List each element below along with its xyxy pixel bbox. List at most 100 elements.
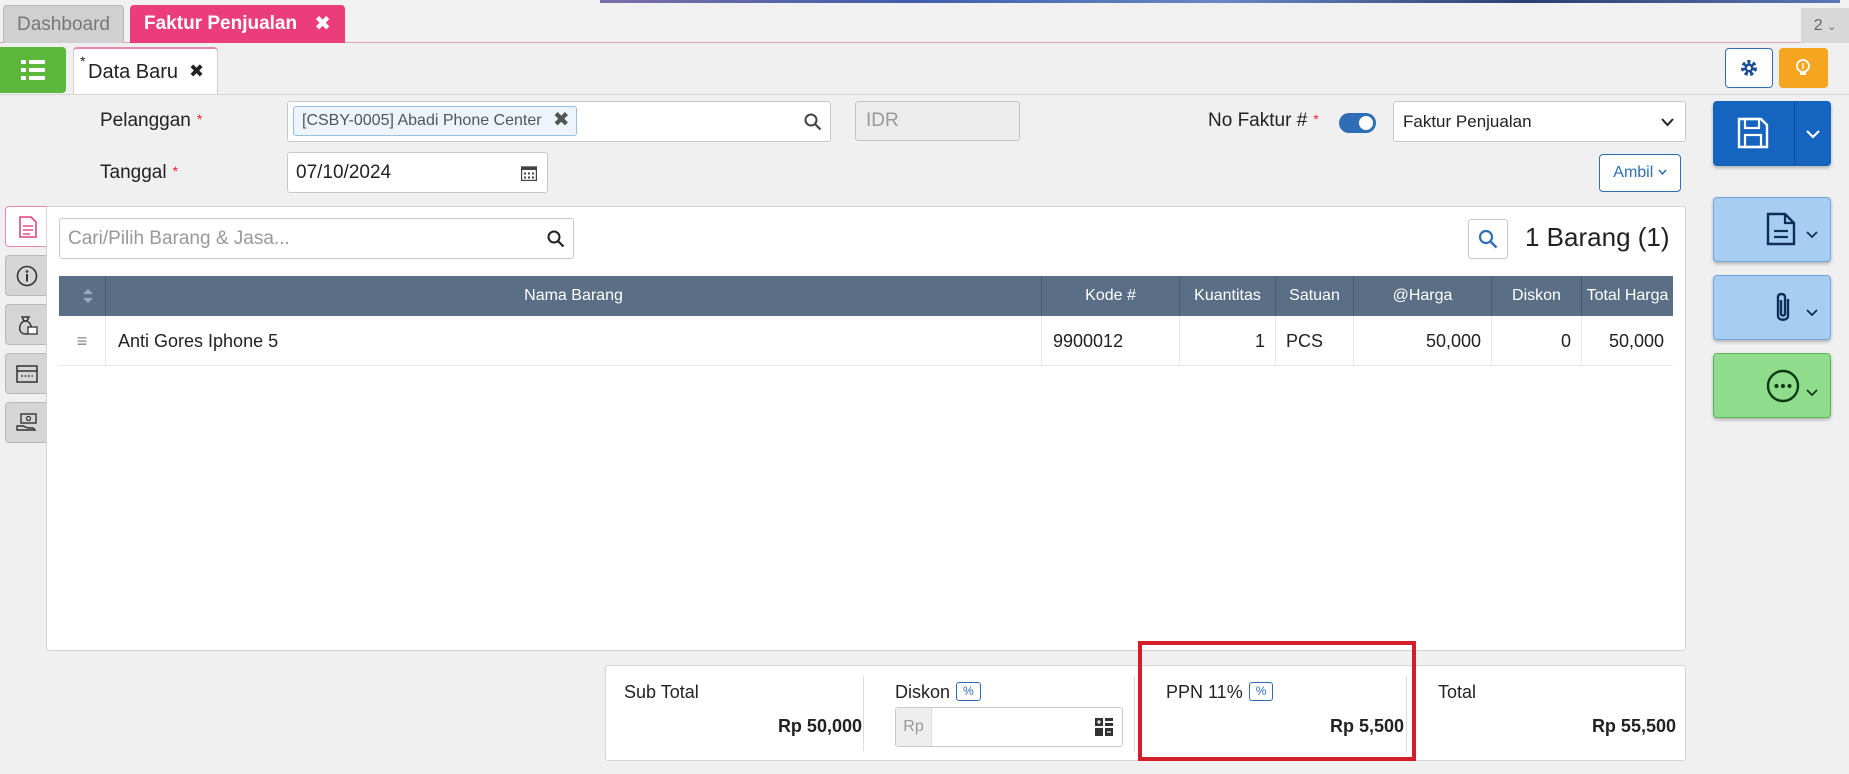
total-value: Rp 55,500 [1591,716,1676,736]
diskon-input[interactable]: Rp [895,707,1123,747]
ambil-label: Ambil [1613,164,1654,181]
cell-diskon[interactable]: 0 [1492,316,1582,365]
highlight-box [1138,641,1416,761]
diskon-label-text: Diskon [895,682,951,702]
pelanggan-chip: [CSBY-0005] Abadi Phone Center ✖ [293,106,577,136]
close-icon[interactable]: ✖ [189,61,204,82]
tab-dashboard[interactable]: Dashboard [3,5,124,43]
pelanggan-value: [CSBY-0005] Abadi Phone Center [302,112,542,129]
tips-button[interactable] [1779,48,1828,88]
chevron-down-icon [1658,169,1667,176]
attachment-button[interactable] [1713,275,1831,340]
remove-pelanggan-icon[interactable]: ✖ [553,106,570,134]
tanggal-field[interactable]: 07/10/2024 [287,152,548,193]
lightbulb-icon [1796,59,1810,75]
side-tab-payment[interactable] [5,353,47,394]
gear-icon [1741,60,1757,76]
col-harga[interactable]: @Harga [1354,276,1492,316]
hand-cash-icon [16,413,37,431]
doc-tab-label: Data Baru [88,61,179,83]
document-icon [1766,212,1796,246]
pelanggan-label-text: Pelanggan [100,110,191,131]
tab-faktur-penjualan[interactable]: Faktur Penjualan ✖ [130,5,345,43]
col-kuantitas[interactable]: Kuantitas [1180,276,1276,316]
required-mark: * [196,111,203,127]
cell-total[interactable]: 50,000 [1582,316,1673,365]
side-tab-info[interactable] [5,255,47,296]
tab-count: 2 [1813,17,1823,34]
search-icon[interactable] [804,113,822,131]
table-row[interactable]: ≡ Anti Gores Iphone 5 9900012 1 PCS 50,0… [59,316,1673,366]
sort-column-header[interactable] [59,276,106,316]
table-header: Nama Barang Kode # Kuantitas Satuan @Har… [59,276,1673,316]
tanggal-value: 07/10/2024 [296,162,392,183]
unsaved-marker: * [80,53,86,69]
print-document-button[interactable] [1713,197,1831,262]
currency-field: IDR [855,101,1020,141]
side-tab-document[interactable] [5,206,47,247]
ambil-button[interactable]: Ambil [1599,154,1681,192]
settings-button[interactable] [1725,48,1773,88]
chevron-down-icon [1806,389,1818,397]
search-icon [1478,229,1498,249]
diskon-percent-toggle[interactable]: % [956,682,981,701]
no-faktur-toggle[interactable] [1339,113,1376,133]
more-actions-button[interactable] [1713,353,1831,418]
card-icon [16,365,38,383]
chevron-down-icon[interactable] [1806,130,1820,139]
side-tab-money-bag[interactable] [5,304,47,345]
item-search-input[interactable]: Cari/Pilih Barang & Jasa... [59,218,574,259]
pelanggan-field[interactable]: [CSBY-0005] Abadi Phone Center ✖ [287,101,831,142]
total-label: Total [1438,682,1477,702]
diskon-prefix: Rp [896,708,932,746]
col-total-harga[interactable]: Total Harga [1582,276,1673,316]
tab-overflow-counter[interactable]: 2 ⌄ [1801,8,1849,43]
side-tab-cash[interactable] [5,402,47,443]
close-tab-icon[interactable]: ✖ [314,5,331,43]
required-mark: * [1313,111,1319,127]
item-count: 1 Barang (1) [1525,222,1670,252]
chevron-down-icon: ⌄ [1827,21,1837,33]
menu-list-button[interactable] [0,47,66,93]
cell-qty[interactable]: 1 [1180,316,1276,365]
total-section: Total Rp 55,500 [1438,666,1686,760]
sort-icon [83,289,93,303]
chevron-down-icon [1806,309,1818,317]
diskon-label: Diskon% [895,682,981,703]
pelanggan-label: Pelanggan * [100,110,202,132]
divider [1794,101,1795,166]
paperclip-icon [1776,292,1790,321]
tanggal-label: Tanggal * [100,162,178,184]
save-button[interactable] [1713,101,1831,166]
money-bag-icon [18,316,38,335]
col-satuan[interactable]: Satuan [1276,276,1354,316]
divider [863,676,864,751]
diskon-section: Diskon% Rp [895,666,1125,760]
divider [0,94,1849,95]
tanggal-label-text: Tanggal [100,162,167,183]
faktur-type-select[interactable]: Faktur Penjualan [1393,101,1686,142]
search-icon[interactable] [547,230,565,248]
col-nama-barang[interactable]: Nama Barang [106,276,1042,316]
calendar-icon[interactable] [521,165,537,181]
no-faktur-label-text: No Faktur # [1208,110,1308,131]
doc-tab-data-baru[interactable]: * Data Baru ✖ [73,47,218,95]
more-options-icon [1766,369,1800,403]
col-diskon[interactable]: Diskon [1492,276,1582,316]
subtotal-label: Sub Total [624,682,699,702]
faktur-type-value: Faktur Penjualan [1403,112,1532,131]
cell-harga[interactable]: 50,000 [1354,316,1492,365]
drag-handle-icon[interactable]: ≡ [59,316,106,365]
required-mark: * [172,163,179,179]
cell-satuan[interactable]: PCS [1276,316,1354,365]
cell-kode[interactable]: 9900012 [1042,316,1180,365]
tab-faktur-penjualan-label: Faktur Penjualan [144,13,298,34]
advanced-search-button[interactable] [1468,219,1508,259]
calculator-icon[interactable] [1095,718,1113,736]
save-icon [1737,117,1769,149]
divider [1134,676,1135,751]
cell-nama[interactable]: Anti Gores Iphone 5 [106,316,1042,365]
document-icon [19,216,37,238]
col-kode[interactable]: Kode # [1042,276,1180,316]
top-tab-bar: Dashboard Faktur Penjualan ✖ 2 ⌄ [0,0,1849,43]
